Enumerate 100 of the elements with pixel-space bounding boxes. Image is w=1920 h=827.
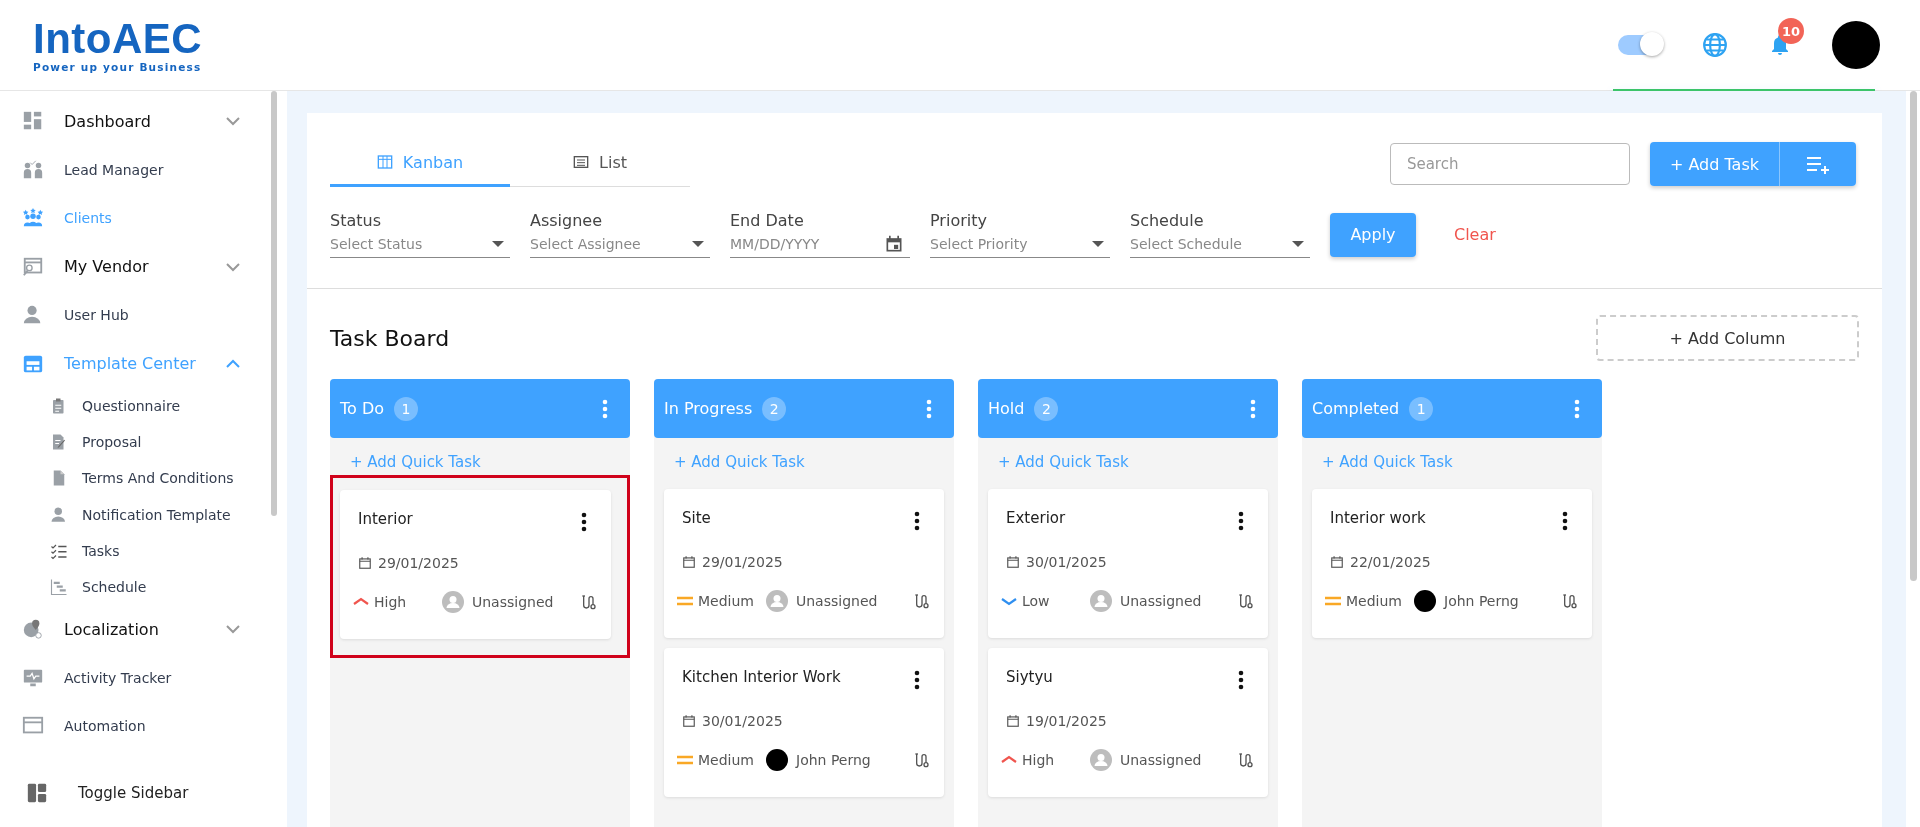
sidebar-item-label: My Vendor (64, 257, 149, 277)
user-avatar[interactable] (1832, 21, 1880, 69)
more-icon[interactable] (581, 512, 587, 532)
add-list-button[interactable] (1780, 142, 1856, 186)
page-scrollbar[interactable] (1910, 91, 1917, 581)
gantt-chart-icon (50, 578, 68, 597)
avatar (1414, 590, 1436, 612)
calendar-icon (358, 556, 372, 570)
task-title: Site (682, 509, 711, 527)
task-card[interactable]: Kitchen Interior Work 30/01/2025 Medium John Perng (664, 648, 944, 797)
globe-icon[interactable] (1702, 32, 1728, 58)
document-edit-icon (50, 433, 68, 452)
sidebar-item[interactable]: User Hub (22, 291, 242, 340)
sidebar-item-label: Template Center (64, 354, 196, 374)
person-avatar-icon (1090, 590, 1112, 612)
due-date: 22/01/2025 (1350, 554, 1431, 570)
theme-toggle[interactable] (1618, 35, 1662, 55)
assignee-name: Unassigned (1120, 752, 1202, 768)
column-title: To Do (340, 399, 385, 418)
due-date: 29/01/2025 (378, 555, 459, 571)
assignee-name: John Perng (796, 752, 871, 768)
globe-pin-icon (22, 618, 44, 641)
sidebar-item-label: Lead Manager (64, 161, 164, 178)
sidebar-subitem[interactable]: Schedule (22, 568, 287, 606)
more-icon[interactable] (1238, 511, 1244, 531)
priority-label: High (1022, 752, 1055, 768)
priority-label: Low (1022, 593, 1050, 609)
sidebar-item-label: User Hub (64, 307, 129, 324)
more-icon[interactable] (1562, 511, 1568, 531)
more-icon[interactable] (1238, 670, 1244, 690)
dropdown-caret-icon (492, 240, 504, 247)
user-icon (50, 505, 68, 524)
due-date: 30/01/2025 (702, 713, 783, 729)
column-count: 1 (394, 396, 419, 421)
board-title: Task Board (330, 325, 450, 351)
column-count: 2 (1034, 396, 1059, 421)
filter-label: Assignee (530, 211, 604, 230)
sidebar-subitem[interactable]: Questionnaire (22, 388, 287, 425)
priority-label: Medium (698, 752, 754, 768)
list-add-icon (1806, 154, 1830, 174)
task-card[interactable]: Site 29/01/2025 Medium Unassigned (664, 489, 944, 638)
logo[interactable]: IntoAEC Power up your Business (33, 17, 203, 73)
task-card[interactable]: Interior work 22/01/2025 Medium John Perng (1312, 489, 1592, 638)
task-title: Interior work (1330, 509, 1426, 527)
calendar-icon (884, 233, 904, 254)
sidebar-subitem-label: Schedule (82, 579, 147, 596)
column-count: 1 (1409, 396, 1434, 421)
sidebar-item[interactable]: Dashboard (22, 97, 242, 146)
workflow-icon[interactable] (1562, 593, 1578, 609)
person-avatar-icon (766, 590, 788, 612)
select-field[interactable]: Select Priority (930, 230, 1110, 258)
date-field[interactable]: MM/DD/YYYY (730, 230, 910, 258)
sidebar-subitem[interactable]: Terms And Conditions (22, 460, 287, 497)
workflow-icon[interactable] (1238, 752, 1254, 768)
workflow-icon[interactable] (914, 752, 930, 768)
people-icon (22, 158, 44, 181)
workflow-icon[interactable] (1238, 593, 1254, 609)
view-tab[interactable]: List (510, 140, 690, 187)
sidebar-item-label: Activity Tracker (64, 669, 172, 686)
select-field[interactable]: Select Schedule (1130, 230, 1310, 258)
select-field[interactable]: Select Assignee (530, 230, 710, 258)
sidebar-item-label: Dashboard (64, 111, 151, 131)
dropdown-caret-icon (1292, 240, 1304, 247)
filter-label: Schedule (1130, 211, 1205, 230)
sidebar-subitem[interactable]: Notification Template (22, 496, 287, 533)
assignee-name: John Perng (1444, 593, 1519, 609)
sidebar-scrollbar[interactable] (271, 91, 277, 516)
board-icon (376, 154, 393, 170)
sidebar-subitem[interactable]: Tasks (22, 532, 287, 569)
sidebar-item[interactable]: Automation (22, 702, 242, 751)
toggle-sidebar-button[interactable]: Toggle Sidebar (26, 782, 189, 804)
sidebar-subitem-label: Questionnaire (82, 398, 181, 415)
task-title: Exterior (1006, 509, 1066, 527)
sidebar-item[interactable]: Activity Tracker (22, 653, 242, 703)
add-column-button[interactable]: + Add Column (1596, 315, 1859, 361)
task-title: Interior (358, 510, 413, 528)
sidebar-subitem-label: Tasks (82, 542, 120, 559)
calendar-icon (682, 555, 696, 569)
select-field[interactable]: Select Status (330, 230, 510, 258)
more-icon[interactable] (914, 511, 920, 531)
priority-label: Medium (1346, 593, 1402, 609)
task-card[interactable]: Siytyu 19/01/2025 High Unassigned (988, 648, 1268, 797)
due-date: 30/01/2025 (1026, 554, 1107, 570)
sidebar-item[interactable]: Lead Manager (22, 145, 242, 194)
task-card[interactable]: Interior 29/01/2025 High Unassigned (340, 490, 611, 639)
workflow-icon[interactable] (914, 593, 930, 609)
browser-icon (22, 255, 44, 278)
search-field[interactable]: Search (1389, 143, 1630, 185)
task-card[interactable]: Exterior 30/01/2025 Low Unassigned (988, 489, 1268, 638)
sidebar-subitem[interactable]: Proposal (22, 424, 287, 461)
more-icon[interactable] (914, 670, 920, 690)
sidebar-item[interactable]: Localization (22, 605, 242, 654)
person-avatar-icon (1090, 749, 1112, 771)
avatar (766, 749, 788, 771)
due-date: 19/01/2025 (1026, 713, 1107, 729)
sidebar-item[interactable]: My Vendor (22, 242, 242, 291)
sidebar-layout-icon (26, 782, 48, 804)
column-title: Hold (988, 399, 1025, 418)
column-title: In Progress (664, 399, 753, 418)
workflow-icon[interactable] (581, 594, 597, 610)
